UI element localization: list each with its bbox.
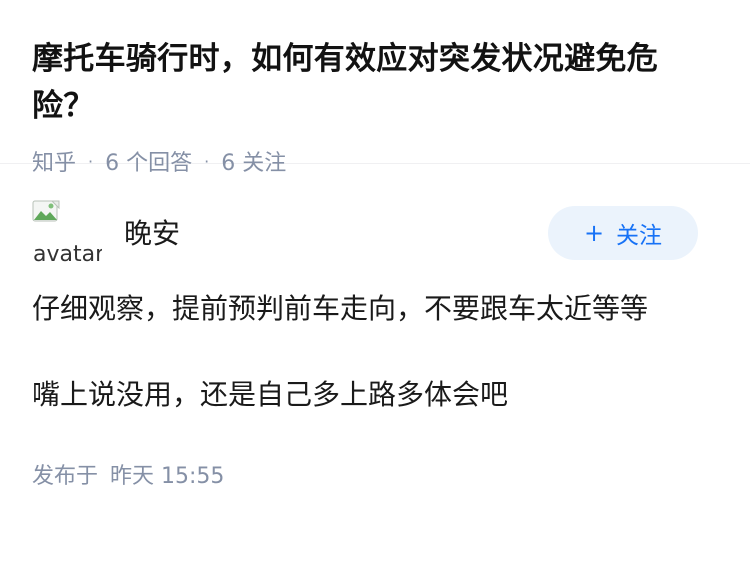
follow-button[interactable]: + 关注 — [548, 206, 698, 260]
answer-content: 仔细观察，提前预判前车走向，不要跟车太近等等 嘴上说没用，还是自己多上路多体会吧 — [32, 288, 718, 416]
answer-card: avatar 晚安 + 关注 仔细观察，提前预判前车走向，不要跟车太近等等 嘴上… — [0, 164, 750, 490]
avatar[interactable]: avatar — [32, 200, 102, 264]
author-name[interactable]: 晚安 — [124, 212, 180, 252]
question-header: 摩托车骑行时，如何有效应对突发状况避免危险？ 知乎 · 6 个回答 · 6 关注 — [0, 0, 750, 176]
publish-time: 发布于 昨天 15:55 — [32, 458, 718, 490]
avatar-alt-text: avatar — [33, 242, 102, 264]
publish-timestamp: 昨天 15:55 — [110, 464, 225, 489]
follow-button-label: 关注 — [616, 223, 663, 249]
question-title[interactable]: 摩托车骑行时，如何有效应对突发状况避免危险？ — [32, 36, 718, 130]
publish-label: 发布于 — [32, 464, 99, 489]
plus-icon: + — [583, 219, 605, 247]
answer-paragraph: 仔细观察，提前预判前车走向，不要跟车太近等等 — [32, 292, 649, 325]
broken-image-icon — [32, 200, 60, 222]
answer-paragraph: 嘴上说没用，还是自己多上路多体会吧 — [32, 378, 509, 411]
